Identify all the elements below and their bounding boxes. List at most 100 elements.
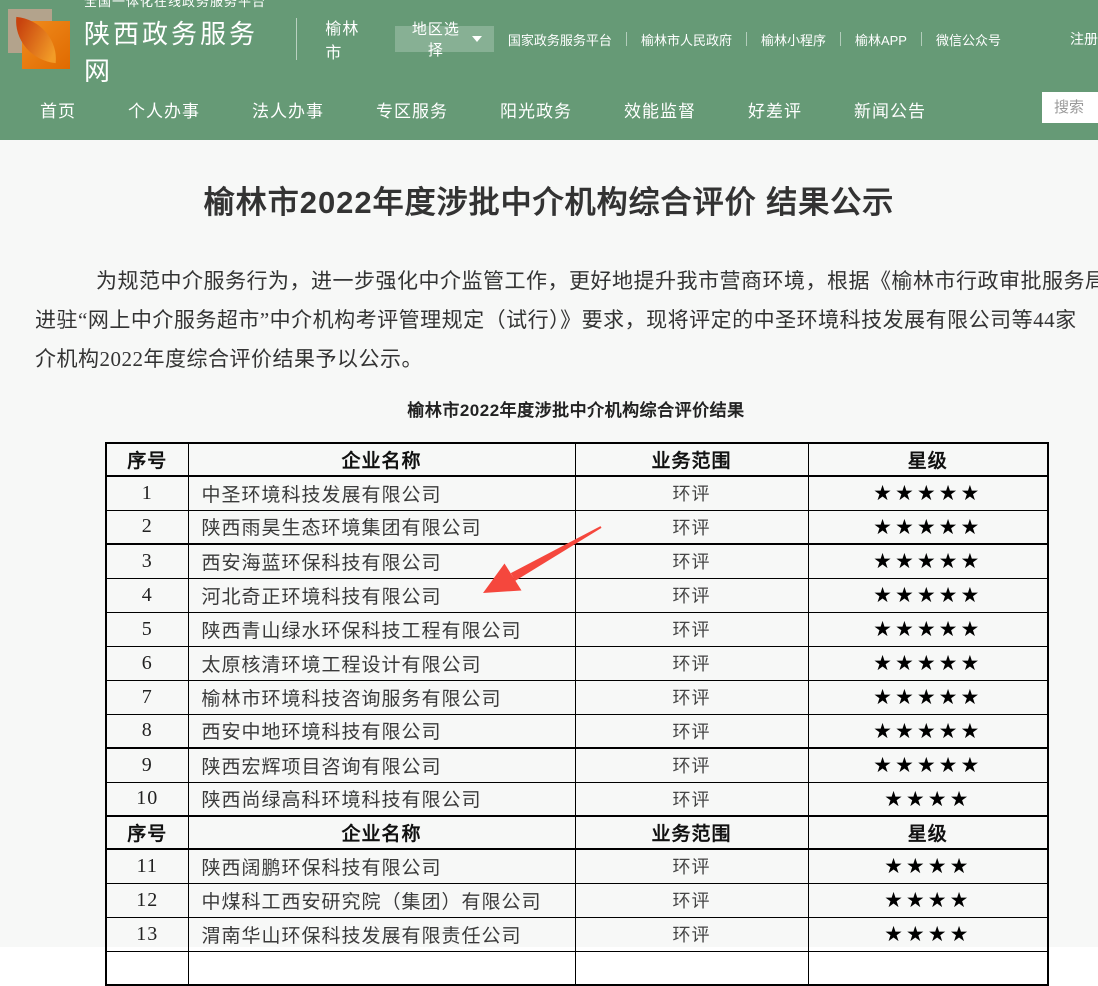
quick-link[interactable]: 微信公众号 [922,30,1015,49]
brand-row: 全国一体化在线政务服务平台 陕西政务服务网 榆林市 地区选择 国家政务服务平台榆… [0,0,1098,78]
cell-no: 6 [106,646,188,680]
cell-no: 1 [106,476,188,510]
table-row: 1中圣环境科技发展有限公司环评★★★★★ [106,476,1048,510]
register-link[interactable]: 注册 [1070,29,1098,49]
table-row: 6太原核清环境工程设计有限公司环评★★★★★ [106,646,1048,680]
cell-scope: 环评 [575,476,808,510]
table-row: 12中煤科工西安研究院（集团）有限公司环评★★★★ [106,883,1048,917]
site-name: 陕西政务服务网 [84,14,272,88]
platform-tagline: 全国一体化在线政务服务平台 [84,0,272,10]
cell-name: 陕西阔鹏环保科技有限公司 [188,849,575,883]
cell-name: 陕西宏辉项目咨询有限公司 [188,748,575,782]
cell-scope: 环评 [575,544,808,578]
region-select-button[interactable]: 地区选择 [395,26,494,52]
cell-no: 4 [106,578,188,612]
nav-item[interactable]: 专区服务 [376,97,448,122]
paragraph-line: 为规范中介服务行为，进一步强化中介监管工作，更好地提升我市营商环境，根据《榆林市… [35,262,1098,301]
cell-stars: ★★★★★ [808,578,1048,612]
quick-link[interactable]: 榆林APP [841,30,921,49]
cell-no: 9 [106,748,188,782]
cell-no: 12 [106,883,188,917]
cell-stars: ★★★★★ [808,714,1048,748]
nav-item[interactable]: 个人办事 [128,97,200,122]
table-row: 5陕西青山绿水环保科技工程有限公司环评★★★★★ [106,612,1048,646]
cell-no: 3 [106,544,188,578]
cell-scope: 环评 [575,849,808,883]
table-row-partial [106,951,1048,985]
cell-stars: ★★★★ [808,883,1048,917]
cell-stars: ★★★★★ [808,510,1048,544]
nav-item[interactable]: 好差评 [748,97,802,122]
table-header-row: 序号企业名称业务范围星级 [106,816,1048,849]
masthead: 全国一体化在线政务服务平台 陕西政务服务网 榆林市 地区选择 国家政务服务平台榆… [0,0,1098,140]
cell-name: 中圣环境科技发展有限公司 [188,476,575,510]
cell-stars: ★★★★★ [808,680,1048,714]
cell-scope: 环评 [575,646,808,680]
quick-link[interactable]: 国家政务服务平台 [494,30,626,49]
paragraph-line: 进驻“网上中介服务超市”中介机构考评管理规定（试行）》要求，现将评定的中圣环境科… [35,301,1098,340]
cell-empty [106,951,188,985]
cell-no: 8 [106,714,188,748]
cell-scope: 环评 [575,917,808,951]
table-row: 11陕西阔鹏环保科技有限公司环评★★★★ [106,849,1048,883]
chevron-down-icon [472,36,482,42]
nav-item[interactable]: 效能监督 [624,97,696,122]
column-header: 星级 [808,443,1048,476]
cell-name: 渭南华山环保科技发展有限责任公司 [188,917,575,951]
current-city-label: 榆林市 [325,15,372,63]
paragraph-line: 介机构2022年度综合评价结果予以公示。 [35,340,1098,379]
nav-item[interactable]: 新闻公告 [854,97,926,122]
cell-name: 河北奇正环境科技有限公司 [188,578,575,612]
cell-scope: 环评 [575,782,808,816]
table-row: 7榆林市环境科技咨询服务有限公司环评★★★★★ [106,680,1048,714]
cell-stars: ★★★★★ [808,544,1048,578]
column-header: 业务范围 [575,443,808,476]
page-title: 榆林市2022年度涉批中介机构综合评价 结果公示 [0,140,1098,222]
column-header: 序号 [106,816,188,849]
table-header-row: 序号企业名称业务范围星级 [106,443,1048,476]
column-header: 星级 [808,816,1048,849]
announcement-page: 榆林市2022年度涉批中介机构综合评价 结果公示 为规范中介服务行为，进一步强化… [0,140,1098,947]
table-row: 13渭南华山环保科技发展有限责任公司环评★★★★ [106,917,1048,951]
cell-stars: ★★★★★ [808,476,1048,510]
cell-stars: ★★★★★ [808,748,1048,782]
quick-link[interactable]: 榆林市人民政府 [627,30,746,49]
announcement-paragraph: 为规范中介服务行为，进一步强化中介监管工作，更好地提升我市营商环境，根据《榆林市… [0,262,1098,379]
column-header: 业务范围 [575,816,808,849]
cell-scope: 环评 [575,883,808,917]
cell-stars: ★★★★ [808,849,1048,883]
cell-scope: 环评 [575,714,808,748]
table-row: 2陕西雨昊生态环境集团有限公司环评★★★★★ [106,510,1048,544]
cell-name: 陕西尚绿高科环境科技有限公司 [188,782,575,816]
table-row: 10陕西尚绿高科环境科技有限公司环评★★★★ [106,782,1048,816]
cell-empty [188,951,575,985]
search-input[interactable] [1042,92,1098,123]
table-row: 4河北奇正环境科技有限公司环评★★★★★ [106,578,1048,612]
cell-name: 陕西雨昊生态环境集团有限公司 [188,510,575,544]
table-row: 8西安中地环境科技有限公司环评★★★★★ [106,714,1048,748]
cell-name: 西安中地环境科技有限公司 [188,714,575,748]
column-header: 序号 [106,443,188,476]
table-row: 9陕西宏辉项目咨询有限公司环评★★★★★ [106,748,1048,782]
site-logo-icon [8,7,70,71]
cell-stars: ★★★★ [808,917,1048,951]
cell-no: 13 [106,917,188,951]
nav-item[interactable]: 法人办事 [252,97,324,122]
cell-scope: 环评 [575,680,808,714]
quick-link[interactable]: 榆林小程序 [747,30,840,49]
evaluation-results-table: 序号企业名称业务范围星级1中圣环境科技发展有限公司环评★★★★★2陕西雨昊生态环… [105,442,1049,986]
cell-no: 7 [106,680,188,714]
cell-scope: 环评 [575,612,808,646]
nav-item[interactable]: 首页 [40,97,76,122]
cell-no: 11 [106,849,188,883]
cell-name: 西安海蓝环保科技有限公司 [188,544,575,578]
region-select-label: 地区选择 [407,18,465,60]
quick-links: 国家政务服务平台榆林市人民政府榆林小程序榆林APP微信公众号 [494,30,1015,49]
column-header: 企业名称 [188,816,575,849]
table-caption: 榆林市2022年度涉批中介机构综合评价结果 [105,396,1047,421]
nav-item[interactable]: 阳光政务 [500,97,572,122]
cell-empty [575,951,808,985]
cell-name: 中煤科工西安研究院（集团）有限公司 [188,883,575,917]
column-header: 企业名称 [188,443,575,476]
cell-empty [808,951,1048,985]
